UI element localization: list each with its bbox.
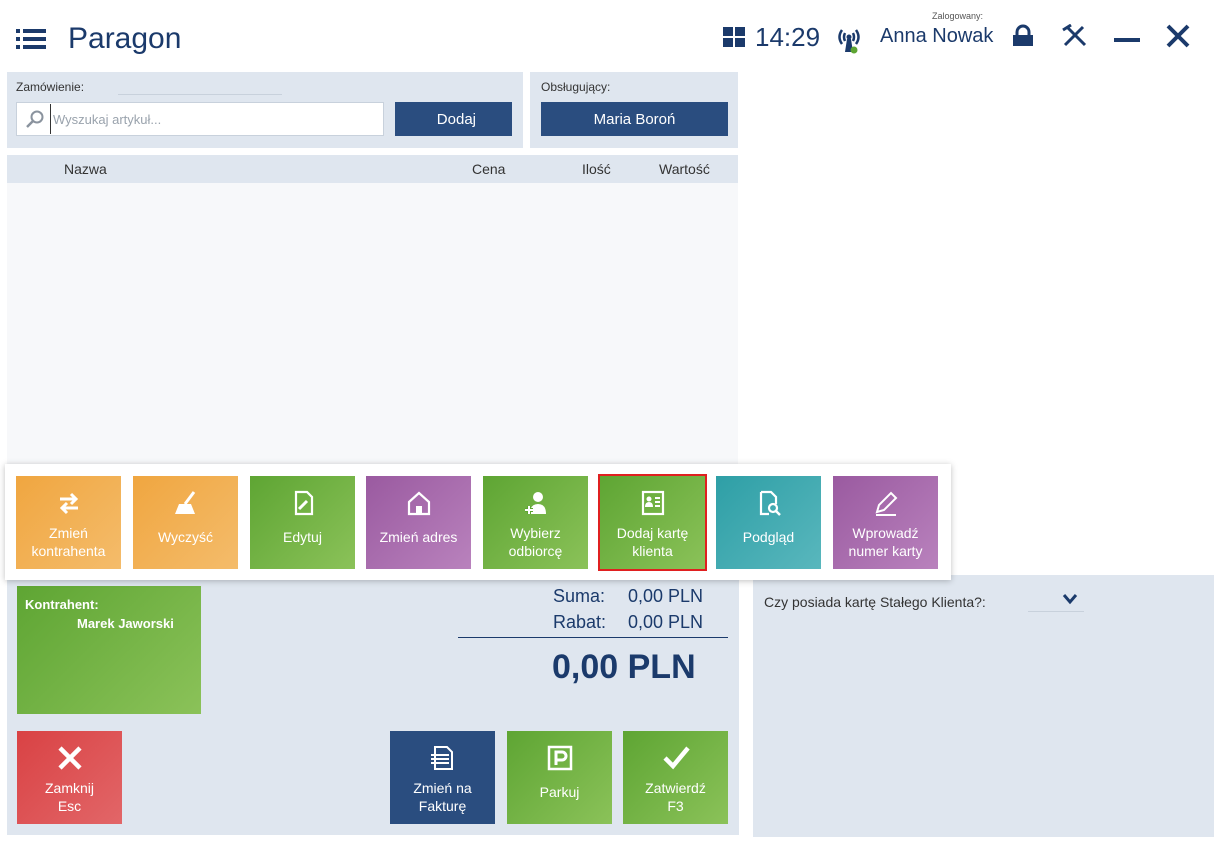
parking-icon [547, 745, 572, 771]
items-table[interactable] [7, 183, 738, 466]
search-icon [26, 110, 44, 128]
change-invoice-button[interactable]: Zmień na Fakturę [390, 731, 495, 824]
add-client-card-button[interactable]: Dodaj kartę klienta [598, 474, 707, 571]
logged-label: Zalogowany: [932, 11, 984, 21]
swap-arrows-icon [59, 492, 78, 515]
home-icon [407, 491, 430, 516]
edit-document-icon [294, 490, 313, 516]
lock-icon[interactable] [1010, 24, 1036, 48]
total-divider [458, 637, 728, 638]
close-x-icon [57, 746, 82, 770]
column-value[interactable]: Wartość [659, 161, 710, 177]
minimize-icon[interactable] [1114, 38, 1140, 42]
chevron-down-icon[interactable] [1062, 592, 1078, 606]
edit-label: Edytuj [283, 529, 322, 545]
user-name: Anna Nowak [880, 25, 994, 47]
enter-card-number-button[interactable]: Wprowadź numer karty [833, 476, 938, 569]
preview-button[interactable]: Podgląd [716, 476, 821, 569]
order-field-line [118, 94, 282, 95]
loyalty-field-line [1028, 611, 1084, 612]
search-input[interactable] [50, 104, 376, 134]
client-card-icon [641, 490, 664, 516]
broom-icon [174, 491, 195, 514]
rebate-value: 0,00 PLN [628, 612, 704, 632]
order-label: Zamówienie: [16, 80, 85, 94]
change-address-button[interactable]: Zmień adres [366, 476, 471, 569]
column-quantity[interactable]: Ilość [582, 161, 611, 177]
page-title: Paragon [68, 22, 182, 55]
preview-document-icon [759, 490, 781, 516]
total-value: 0,00 PLN [552, 648, 696, 686]
change-contractor-label: Zmień kontrahenta [31, 525, 106, 559]
close-button-label: Zamknij Esc [44, 780, 94, 814]
clear-button[interactable]: Wyczyść [133, 476, 238, 569]
change-contractor-button[interactable]: Zmień kontrahenta [16, 476, 121, 569]
confirm-label: Zatwierdź F3 [645, 780, 706, 814]
close-icon[interactable] [1164, 22, 1192, 50]
invoice-icon [430, 746, 453, 770]
contractor-label: Kontrahent: [25, 597, 99, 612]
edit-button[interactable]: Edytuj [250, 476, 355, 569]
checkmark-icon [662, 746, 690, 770]
add-button[interactable]: Dodaj [395, 102, 512, 136]
change-invoice-label: Zmień na Fakturę [413, 780, 472, 814]
server-button[interactable]: Maria Boroń [541, 102, 728, 136]
loyalty-question: Czy posiada kartę Stałego Klienta?: [764, 594, 986, 610]
grid-icon[interactable] [723, 27, 745, 47]
change-address-label: Zmień adres [379, 529, 458, 545]
select-recipient-button[interactable]: Wybierz odbiorcę [483, 476, 588, 569]
attributes-panel [753, 575, 1214, 837]
clear-label: Wyczyść [157, 529, 214, 545]
column-price[interactable]: Cena [472, 161, 505, 177]
contractor-name: Marek Jaworski [77, 616, 174, 631]
signal-icon [838, 29, 860, 54]
select-recipient-label: Wybierz odbiorcę [508, 525, 563, 559]
table-header: Nazwa Cena Ilość Wartość [7, 155, 738, 183]
add-person-icon [524, 492, 546, 514]
preview-label: Podgląd [742, 529, 795, 545]
menu-icon[interactable] [16, 28, 46, 50]
pencil-icon [875, 491, 897, 516]
close-button[interactable]: Zamknij Esc [17, 731, 122, 824]
park-button[interactable]: Parkuj [507, 731, 612, 824]
park-label: Parkuj [539, 784, 580, 800]
server-label: Obsługujący: [541, 80, 611, 94]
sum-value: 0,00 PLN [628, 586, 704, 606]
clock: 14:29 [755, 22, 821, 52]
tools-icon[interactable] [1062, 24, 1088, 48]
rebate-label: Rabat: [553, 612, 607, 632]
add-client-card-label: Dodaj kartę klienta [616, 525, 689, 559]
column-name[interactable]: Nazwa [64, 161, 107, 177]
enter-card-number-label: Wprowadź numer karty [848, 525, 923, 559]
confirm-button[interactable]: Zatwierdź F3 [623, 731, 728, 824]
sum-label: Suma: [553, 586, 606, 606]
